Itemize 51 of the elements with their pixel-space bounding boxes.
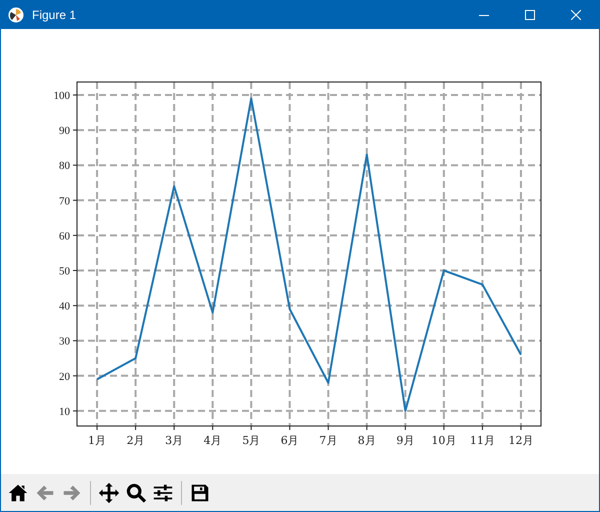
close-icon bbox=[571, 10, 581, 20]
x-tick-mark bbox=[443, 426, 444, 430]
window-title: Figure 1 bbox=[32, 7, 76, 24]
x-tick-mark bbox=[135, 426, 136, 430]
y-tick-label: 90 bbox=[59, 125, 70, 138]
x-tick-mark bbox=[482, 426, 483, 430]
y-tick-mark bbox=[72, 200, 78, 201]
x-tick-label: 3月 bbox=[165, 434, 184, 447]
y-tick-label: 40 bbox=[59, 300, 70, 313]
x-tick-label: 7月 bbox=[319, 434, 338, 447]
x-tick-label: 5月 bbox=[242, 434, 260, 447]
x-tick-label: 4月 bbox=[204, 434, 222, 447]
y-tick-mark bbox=[72, 270, 78, 271]
y-tick-label: 50 bbox=[59, 266, 70, 278]
x-tick-label: 11月 bbox=[470, 434, 495, 447]
y-tick-mark bbox=[72, 340, 78, 342]
x-tick-label: 9月 bbox=[396, 434, 414, 447]
y-tick-mark bbox=[72, 130, 78, 131]
app-icon bbox=[8, 7, 24, 23]
x-tick-mark bbox=[328, 426, 329, 430]
x-tick-label: 10月 bbox=[431, 434, 456, 447]
y-tick-label: 60 bbox=[59, 230, 70, 242]
x-tick-label: 2月 bbox=[126, 434, 145, 447]
x-tick-label: 6月 bbox=[280, 434, 299, 447]
maximize-icon bbox=[525, 10, 535, 20]
search-icon bbox=[125, 482, 147, 504]
x-tick-mark bbox=[289, 426, 290, 430]
y-tick-mark bbox=[72, 94, 78, 96]
y-tick-label: 10 bbox=[59, 406, 70, 418]
x-tick-label: 1月 bbox=[88, 434, 106, 447]
y-tick-mark bbox=[72, 305, 78, 306]
x-tick-mark bbox=[250, 426, 252, 430]
y-tick-label: 80 bbox=[59, 160, 70, 172]
move-arrows-icon bbox=[98, 482, 120, 504]
x-tick-label: 8月 bbox=[358, 434, 376, 447]
y-tick-mark bbox=[72, 410, 78, 412]
x-tick-mark bbox=[96, 426, 98, 430]
y-tick-mark bbox=[72, 234, 78, 236]
x-tick-mark bbox=[212, 426, 214, 430]
x-tick-mark bbox=[520, 426, 522, 430]
y-tick-mark bbox=[72, 164, 78, 166]
x-tick-mark bbox=[366, 426, 368, 430]
y-tick-label: 70 bbox=[59, 195, 70, 208]
x-tick-label: 12月 bbox=[508, 434, 534, 447]
x-tick-mark bbox=[174, 426, 175, 430]
y-tick-mark bbox=[72, 375, 78, 376]
y-tick-label: 100 bbox=[54, 90, 70, 102]
x-tick-mark bbox=[404, 426, 406, 430]
y-tick-label: 20 bbox=[59, 370, 70, 383]
y-tick-label: 30 bbox=[59, 336, 70, 348]
move-arrows-button[interactable] bbox=[97, 480, 121, 504]
